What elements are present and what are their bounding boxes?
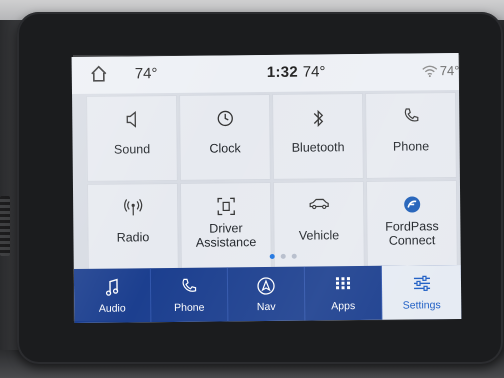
- page-dot-1[interactable]: [269, 253, 275, 259]
- navigation-arrow-icon: [228, 277, 304, 298]
- tab-label: Nav: [256, 300, 276, 314]
- tile-radio[interactable]: Radio: [86, 182, 179, 270]
- tile-label-line1: FordPass: [385, 219, 439, 234]
- tile-vehicle[interactable]: Vehicle: [272, 180, 365, 268]
- tab-phone[interactable]: Phone: [150, 267, 229, 323]
- tile-label-line2: Assistance: [195, 235, 257, 250]
- tile-sound[interactable]: Sound: [86, 94, 178, 182]
- tab-nav[interactable]: Nav: [227, 266, 306, 322]
- inside-temperature: 74°: [134, 65, 158, 83]
- page-dot-2[interactable]: [280, 253, 286, 259]
- tile-label: Phone: [392, 139, 430, 154]
- tile-label-line1: Driver: [209, 221, 243, 236]
- apps-grid-icon: [305, 276, 381, 297]
- tab-label: Audio: [98, 302, 126, 315]
- tile-bluetooth[interactable]: Bluetooth: [272, 92, 364, 180]
- tab-audio[interactable]: Audio: [73, 268, 152, 324]
- tile-label: Bluetooth: [291, 140, 345, 155]
- bottom-tab-bar: Audio Phone Nav Apps Settings: [73, 264, 462, 324]
- fordpass-logo-icon: [367, 195, 456, 216]
- tab-apps[interactable]: Apps: [304, 265, 383, 321]
- air-vent: [0, 196, 10, 256]
- tile-label: Radio: [116, 230, 150, 245]
- car-icon: [274, 196, 363, 217]
- home-icon[interactable]: [90, 65, 108, 83]
- sliders-icon: [382, 275, 461, 296]
- music-note-icon: [74, 278, 150, 299]
- driver-assistance-icon: [181, 197, 270, 218]
- tile-fordpass-connect[interactable]: FordPass Connect: [365, 180, 458, 267]
- bluetooth-icon: [273, 108, 362, 129]
- clock-time: 1:32: [266, 63, 299, 81]
- infotainment-screen: 74° 1:32 74° 74° Sound Clock Bluetooth P…: [71, 52, 462, 324]
- wifi-icon: [422, 64, 438, 78]
- clock-icon: [180, 109, 269, 130]
- phone-icon: [366, 107, 455, 128]
- tile-driver-assistance[interactable]: Driver Assistance: [179, 181, 272, 269]
- tile-label: Sound: [113, 142, 151, 157]
- outside-temperature: 74°: [302, 63, 326, 81]
- tile-label: FordPass Connect: [367, 219, 456, 248]
- tile-label: Clock: [209, 141, 241, 156]
- tab-label: Apps: [331, 300, 356, 313]
- page-dot-3[interactable]: [291, 253, 297, 259]
- tab-settings[interactable]: Settings: [381, 264, 462, 320]
- phone-icon: [151, 277, 227, 298]
- page-indicator[interactable]: [269, 246, 310, 259]
- tab-label: Phone: [174, 301, 205, 314]
- tile-label: Vehicle: [298, 228, 340, 243]
- speaker-icon: [87, 110, 176, 131]
- tile-label: Driver Assistance: [181, 221, 270, 250]
- tile-phone[interactable]: Phone: [365, 92, 457, 179]
- tab-label: Settings: [402, 299, 441, 312]
- radio-antenna-icon: [88, 198, 177, 219]
- tile-clock[interactable]: Clock: [179, 93, 271, 181]
- tile-label-line2: Connect: [388, 233, 436, 248]
- climate-temperature: 74°: [439, 62, 460, 79]
- status-bar: 74° 1:32 74° 74°: [71, 52, 460, 95]
